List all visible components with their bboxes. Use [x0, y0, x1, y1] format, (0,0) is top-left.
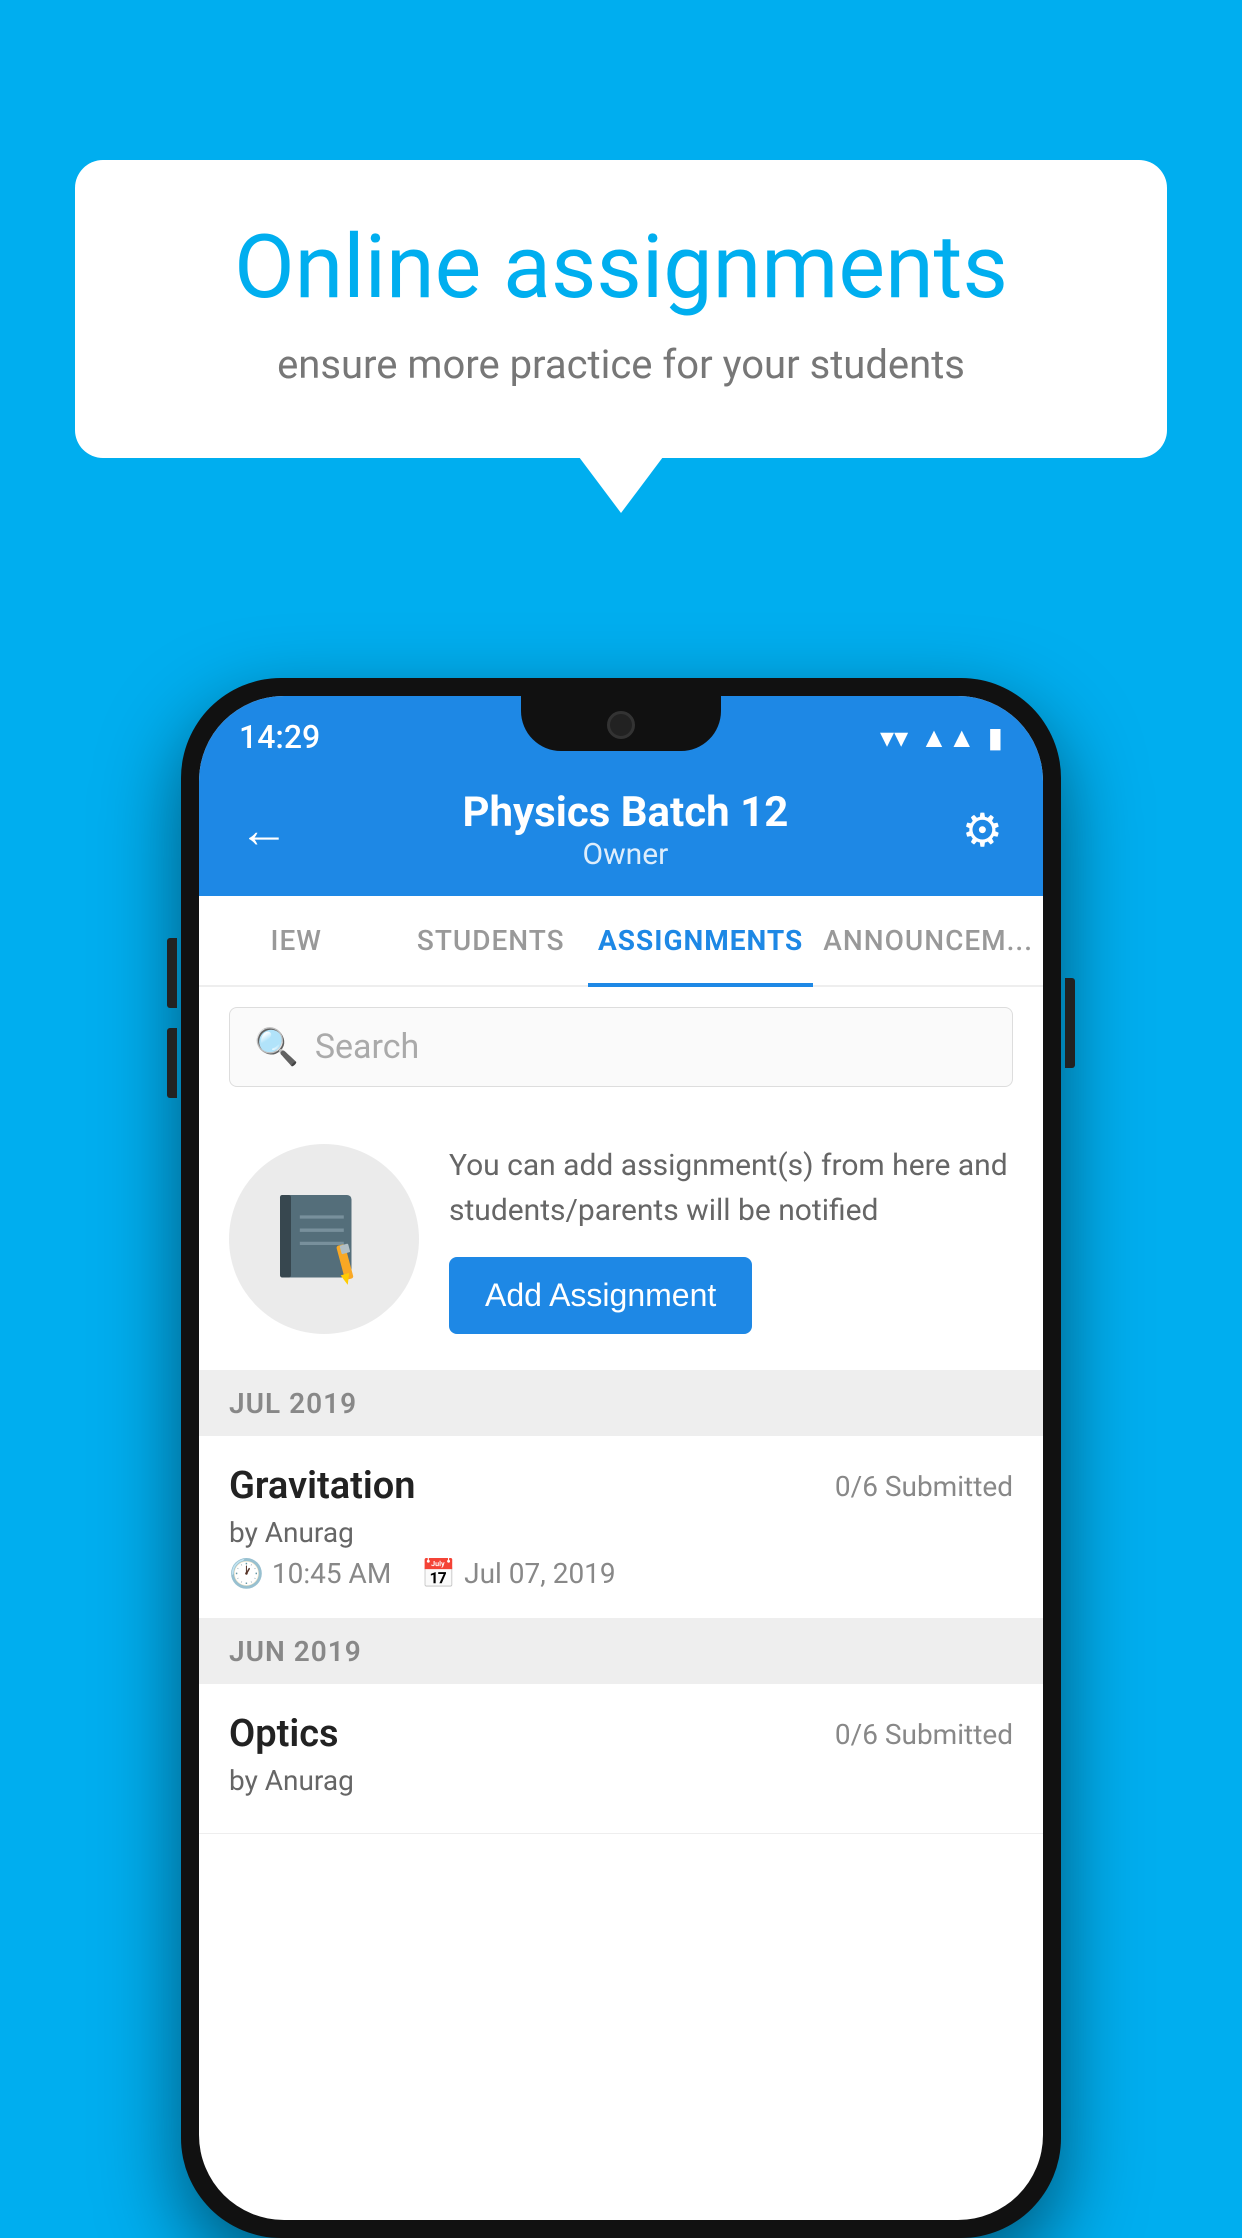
- signal-icon: ▲▲: [920, 721, 975, 754]
- settings-icon[interactable]: ⚙: [962, 803, 1003, 858]
- assignment-item-gravitation[interactable]: Gravitation 0/6 Submitted by Anurag 🕐 10…: [199, 1436, 1043, 1619]
- notebook-icon: [269, 1184, 379, 1294]
- assignment-meta-gravitation: 🕐 10:45 AM 📅 Jul 07, 2019: [229, 1557, 1013, 1590]
- assignment-optics-top-row: Optics 0/6 Submitted: [229, 1712, 1013, 1756]
- phone-frame: 14:29 ▾▾ ▲▲ ▮ ← Physics Batch 12 Owner ⚙…: [181, 678, 1061, 2238]
- assignment-top-row: Gravitation 0/6 Submitted: [229, 1464, 1013, 1508]
- status-time: 14:29: [239, 718, 320, 756]
- section-header-jun-label: JUN 2019: [229, 1635, 362, 1668]
- assignment-time-gravitation: 🕐 10:45 AM: [229, 1557, 391, 1590]
- battery-icon: ▮: [988, 721, 1003, 754]
- assignment-submitted-optics: 0/6 Submitted: [835, 1718, 1013, 1751]
- tab-assignments-label: ASSIGNMENTS: [598, 924, 803, 957]
- phone-notch: [521, 696, 721, 751]
- volume-down-button: [167, 1028, 177, 1098]
- assignment-item-optics[interactable]: Optics 0/6 Submitted by Anurag: [199, 1684, 1043, 1834]
- add-assignment-section: You can add assignment(s) from here and …: [199, 1107, 1043, 1371]
- tab-students[interactable]: STUDENTS: [393, 896, 587, 985]
- section-header-jul: JUL 2019: [199, 1371, 1043, 1436]
- clock-icon: 🕐: [229, 1557, 264, 1590]
- add-assignment-content: You can add assignment(s) from here and …: [449, 1143, 1013, 1334]
- tab-announcements-label: ANNOUNCEM...: [823, 924, 1033, 957]
- wifi-icon: ▾▾: [880, 721, 908, 754]
- assignment-submitted-gravitation: 0/6 Submitted: [835, 1470, 1013, 1503]
- add-assignment-button[interactable]: Add Assignment: [449, 1257, 752, 1334]
- speech-bubble-container: Online assignments ensure more practice …: [75, 160, 1167, 458]
- tab-assignments[interactable]: ASSIGNMENTS: [588, 896, 813, 985]
- volume-up-button: [167, 938, 177, 1008]
- assignment-date-gravitation: 📅 Jul 07, 2019: [421, 1557, 615, 1590]
- speech-bubble-subtext: ensure more practice for your students: [145, 341, 1097, 388]
- notebook-icon-circle: [229, 1144, 419, 1334]
- assignment-time-label-gravitation: 10:45 AM: [272, 1557, 391, 1590]
- tab-students-label: STUDENTS: [417, 924, 565, 957]
- tabs-container: IEW STUDENTS ASSIGNMENTS ANNOUNCEM...: [199, 896, 1043, 987]
- section-header-jul-label: JUL 2019: [229, 1387, 357, 1420]
- tab-announcements[interactable]: ANNOUNCEM...: [813, 896, 1043, 985]
- status-icons: ▾▾ ▲▲ ▮: [880, 721, 1003, 754]
- search-input-wrapper[interactable]: 🔍 Search: [229, 1007, 1013, 1087]
- app-bar-title-block: Physics Batch 12 Owner: [289, 788, 962, 872]
- search-bar-section: 🔍 Search: [199, 987, 1043, 1107]
- power-button: [1065, 978, 1075, 1068]
- batch-title: Physics Batch 12: [289, 788, 962, 837]
- app-top-bar: ← Physics Batch 12 Owner ⚙: [199, 768, 1043, 896]
- search-placeholder: Search: [315, 1027, 419, 1067]
- tab-iew-label: IEW: [271, 924, 322, 957]
- phone-camera: [607, 711, 635, 739]
- section-header-jun: JUN 2019: [199, 1619, 1043, 1684]
- speech-bubble-heading: Online assignments: [145, 220, 1097, 317]
- calendar-icon: 📅: [421, 1557, 456, 1590]
- assignment-date-label-gravitation: Jul 07, 2019: [464, 1557, 616, 1590]
- batch-subtitle: Owner: [289, 837, 962, 872]
- assignment-author-optics: by Anurag: [229, 1764, 1013, 1797]
- back-button[interactable]: ←: [239, 801, 289, 860]
- assignment-title-gravitation: Gravitation: [229, 1464, 416, 1508]
- assignment-title-optics: Optics: [229, 1712, 339, 1756]
- add-assignment-description: You can add assignment(s) from here and …: [449, 1143, 1013, 1233]
- speech-bubble: Online assignments ensure more practice …: [75, 160, 1167, 458]
- phone-screen: 14:29 ▾▾ ▲▲ ▮ ← Physics Batch 12 Owner ⚙…: [199, 696, 1043, 2220]
- search-icon: 🔍: [254, 1026, 299, 1068]
- assignment-author-gravitation: by Anurag: [229, 1516, 1013, 1549]
- tab-iew[interactable]: IEW: [199, 896, 393, 985]
